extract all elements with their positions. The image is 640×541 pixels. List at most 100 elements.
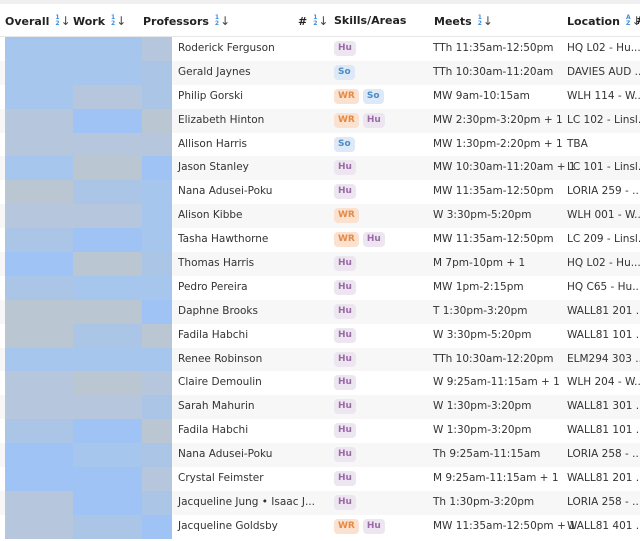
professor-rating-cell xyxy=(142,156,172,181)
table-row[interactable]: Alison Kibbe WR W 3:30pm-5:20pm WLH 001 - W… xyxy=(0,204,640,229)
overall-rating-cell xyxy=(5,228,73,253)
professor-name: Alison Kibbe xyxy=(178,209,243,222)
table-row[interactable]: Nana Adusei-Poku Hu Th 9:25am-11:15am LORIA… xyxy=(0,443,640,468)
skills-areas: WR So xyxy=(334,88,384,104)
professor-name: Gerald Jaynes xyxy=(178,65,251,78)
overall-rating-cell xyxy=(5,252,73,276)
table-row[interactable]: Pedro Pereira Hu MW 1pm-2:15pm HQ C65 - Hu.… xyxy=(0,275,640,300)
sort-numeric-icon[interactable]: 1 2 ↓ xyxy=(55,14,70,28)
tag-hu: Hu xyxy=(334,375,356,391)
professor-name: Jacqueline Goldsby xyxy=(178,519,278,532)
tag-wr: WR xyxy=(334,232,359,248)
location: ELM294 303 ... xyxy=(567,352,640,365)
sort-numeric-icon[interactable]: 1 2 ↓ xyxy=(111,14,126,28)
column-label: Work xyxy=(73,14,106,28)
professor-name: Nana Adusei-Poku xyxy=(178,448,273,461)
overall-rating-cell xyxy=(5,299,73,324)
table-row[interactable]: Nana Adusei-Poku Hu MW 11:35am-12:50pm LORI… xyxy=(0,180,640,205)
table-row[interactable]: Jacqueline Jung • Isaac J... Hu Th 1:30pm-… xyxy=(0,490,640,515)
table-row[interactable]: Renee Robinson Hu TTh 10:30am-12:20pm ELM29… xyxy=(0,347,640,372)
table-row[interactable]: Claire Demoulin Hu W 9:25am-11:15am + 1 WLH… xyxy=(0,371,640,396)
tag-hu: Hu xyxy=(334,279,356,295)
tag-hu: Hu xyxy=(362,518,385,534)
tag-hu: Hu xyxy=(334,160,356,176)
professor-rating-cell xyxy=(142,299,172,324)
overall-rating-cell xyxy=(5,156,73,181)
professor-name: Allison Harris xyxy=(178,137,247,150)
professor-name: Thomas Harris xyxy=(178,257,255,270)
overall-rating-cell xyxy=(5,514,73,539)
meeting-time: MW 1pm-2:15pm xyxy=(433,280,524,293)
location: WALL81 301 ... xyxy=(567,400,640,413)
table-row[interactable]: Crystal Feimster Hu M 9:25am-11:15am + 1 WA… xyxy=(0,467,640,491)
table-row[interactable]: Sarah Mahurin Hu W 1:30pm-3:20pm WALL81 301… xyxy=(0,395,640,420)
table-row[interactable]: Fadila Habchi Hu W 1:30pm-3:20pm WALL81 101… xyxy=(0,419,640,444)
skills-areas: Hu xyxy=(334,279,356,295)
tag-hu: Hu xyxy=(334,256,356,272)
location: WALL81 101 ... xyxy=(567,424,640,437)
skills-areas: Hu xyxy=(334,375,356,391)
professor-name: Fadila Habchi xyxy=(178,328,249,341)
table-row[interactable]: Elizabeth Hinton WR Hu MW 2:30pm-3:20pm + 1… xyxy=(0,108,640,133)
skills-areas: Hu xyxy=(334,327,356,343)
location: HQ L02 - Hu... xyxy=(567,42,640,54)
table-row[interactable]: Jacqueline Goldsby WR Hu MW 11:35am-12:50pm… xyxy=(0,514,640,539)
table-row[interactable]: Jason Stanley Hu MW 10:30am-11:20am + 1 LC … xyxy=(0,156,640,181)
professor-name: Jacqueline Jung • Isaac J... xyxy=(178,495,315,508)
professor-rating-cell xyxy=(142,84,172,109)
column-header-overall[interactable]: Overall 1 2 ↓ xyxy=(5,14,71,28)
column-header-extra[interactable]: # xyxy=(636,14,640,27)
tag-hu: Hu xyxy=(334,351,356,367)
table-row[interactable]: Tasha Hawthorne WR Hu MW 11:35am-12:50pm LC … xyxy=(0,228,640,253)
table-row[interactable]: Philip Gorski WR So MW 9am-10:15am WLH 114 -… xyxy=(0,84,640,109)
skills-areas: Hu xyxy=(334,41,356,56)
meeting-time: W 9:25am-11:15am + 1 xyxy=(433,376,560,389)
meeting-time: MW 11:35am-12:50pm xyxy=(433,233,554,246)
professor-rating-cell xyxy=(142,204,172,229)
skills-areas: WR Hu xyxy=(334,232,385,248)
table-row[interactable]: Gerald Jaynes So TTh 10:30am-11:20am DAVIES… xyxy=(0,60,640,85)
location: WLH 204 - W... xyxy=(567,376,640,389)
professor-rating-cell xyxy=(142,252,172,276)
meeting-time: Th 1:30pm-3:20pm xyxy=(433,495,535,508)
column-header-number[interactable]: # 1 2 ↓ xyxy=(298,14,328,28)
tag-hu: Hu xyxy=(334,494,356,510)
workload-rating-cell xyxy=(73,467,142,491)
overall-rating-cell xyxy=(5,490,73,515)
overall-rating-cell xyxy=(5,275,73,300)
location: LC 102 - Linsl... xyxy=(567,113,640,126)
overall-rating-cell xyxy=(5,419,73,444)
professor-rating-cell xyxy=(142,371,172,396)
meeting-time: W 1:30pm-3:20pm xyxy=(433,424,532,437)
course-table-body: Roderick Ferguson Hu TTh 11:35am-12:50pm HQ… xyxy=(0,37,640,539)
column-header-location[interactable]: Location A Z ↓ xyxy=(567,14,640,28)
column-header-professors[interactable]: Professors 1 2 ↓ xyxy=(143,14,230,28)
column-label: Meets xyxy=(434,14,472,28)
column-header-meets[interactable]: Meets 1 2 ↓ xyxy=(434,14,493,28)
professor-rating-cell xyxy=(142,60,172,85)
professor-name: Claire Demoulin xyxy=(178,376,262,389)
workload-rating-cell xyxy=(73,275,142,300)
column-header-work[interactable]: Work 1 2 ↓ xyxy=(73,14,126,28)
sort-numeric-icon[interactable]: 1 2 ↓ xyxy=(478,14,493,28)
location: WLH 001 - W... xyxy=(567,209,640,222)
sort-numeric-icon[interactable]: 1 2 ↓ xyxy=(215,14,230,28)
table-row[interactable]: Fadila Habchi Hu W 3:30pm-5:20pm WALL81 101… xyxy=(0,323,640,348)
workload-rating-cell xyxy=(73,323,142,348)
table-row[interactable]: Thomas Harris Hu M 7pm-10pm + 1 HQ L02 - Hu… xyxy=(0,252,640,276)
skills-areas: WR Hu xyxy=(334,112,385,128)
tag-hu: Hu xyxy=(334,399,356,415)
column-label: Location xyxy=(567,14,620,28)
table-row[interactable]: Roderick Ferguson Hu TTh 11:35am-12:50pm HQ… xyxy=(0,37,640,61)
table-row[interactable]: Daphne Brooks Hu T 1:30pm-3:20pm WALL81 201… xyxy=(0,299,640,324)
meeting-time: TTh 10:30am-11:20am xyxy=(433,65,554,78)
workload-rating-cell xyxy=(73,132,142,157)
workload-rating-cell xyxy=(73,419,142,444)
sort-numeric-icon[interactable]: 1 2 ↓ xyxy=(313,14,328,28)
table-row[interactable]: Allison Harris So MW 1:30pm-2:20pm + 1 TBA xyxy=(0,132,640,157)
column-header-skills[interactable]: Skills/Areas xyxy=(334,14,406,27)
location: LORIA 259 - ... xyxy=(567,185,640,198)
professor-rating-cell xyxy=(142,443,172,468)
skills-areas: WR Hu xyxy=(334,518,385,534)
overall-rating-cell xyxy=(5,467,73,491)
